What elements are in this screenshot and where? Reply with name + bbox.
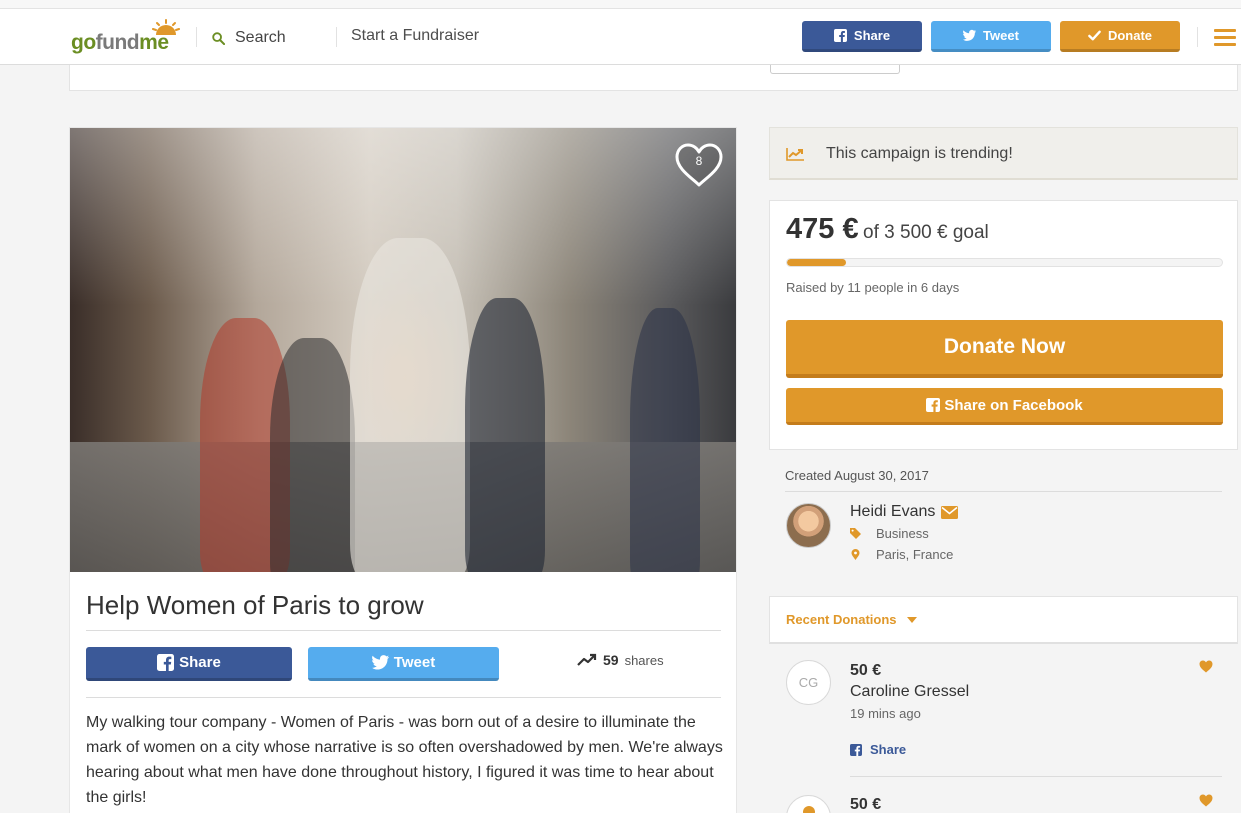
divider xyxy=(86,630,721,631)
header-donate-button[interactable]: Donate xyxy=(1060,21,1180,52)
raised-amount: 475 € xyxy=(786,213,859,245)
divider xyxy=(86,697,721,698)
divider xyxy=(850,776,1222,777)
donation-time: 19 mins ago xyxy=(850,706,921,721)
header-divider xyxy=(196,27,197,47)
twitter-icon xyxy=(371,655,389,670)
donation-amount: 50 € xyxy=(850,662,882,679)
facebook-icon xyxy=(926,398,941,412)
header-divider xyxy=(336,27,337,47)
organizer: Heidi Evans xyxy=(850,503,959,521)
facebook-icon xyxy=(157,654,175,671)
recent-donations-label: Recent Donations xyxy=(786,612,897,627)
gofundme-logo[interactable]: gofundme xyxy=(71,19,180,55)
organizer-avatar[interactable] xyxy=(786,503,831,548)
donor-name: Caroline Gressel xyxy=(850,683,970,700)
campaign-photo: 8 xyxy=(70,128,736,572)
campaign-share-button[interactable]: Share xyxy=(86,647,292,681)
menu-icon[interactable] xyxy=(1214,29,1236,47)
facebook-icon xyxy=(850,743,862,756)
raised-by-text: Raised by 11 people in 6 days xyxy=(786,280,960,295)
donor-avatar: CG xyxy=(786,660,831,705)
facebook-icon xyxy=(833,28,847,42)
logo-wordmark: gofundme xyxy=(71,31,169,54)
goal-text: of 3 500 € goal xyxy=(863,222,989,243)
donation-card: 475 € of 3 500 € goal Raised by 11 peopl… xyxy=(769,200,1238,450)
organizer-location: Paris, France xyxy=(850,547,953,562)
trending-icon xyxy=(577,653,597,666)
envelope-icon[interactable] xyxy=(941,505,959,519)
shares-count: 59 xyxy=(603,652,619,668)
campaign-story: My walking tour company - Women of Paris… xyxy=(86,714,723,806)
top-strip xyxy=(0,0,1241,9)
share-on-facebook-button[interactable]: Share on Facebook xyxy=(786,388,1223,425)
donate-now-button[interactable]: Donate Now xyxy=(786,320,1223,378)
favorite-heart-button[interactable]: 8 xyxy=(674,142,724,188)
header-divider xyxy=(1197,27,1198,47)
header-share-button[interactable]: Share xyxy=(802,21,922,52)
organizer-name[interactable]: Heidi Evans xyxy=(850,503,935,521)
tag-icon xyxy=(850,528,861,539)
created-date: Created August 30, 2017 xyxy=(785,468,929,483)
header-tweet-button[interactable]: Tweet xyxy=(931,21,1051,52)
search-button[interactable]: Search xyxy=(212,26,286,50)
divider xyxy=(785,491,1222,492)
shares-counter: 59 shares xyxy=(577,652,664,668)
trending-text: This campaign is trending! xyxy=(826,145,1013,162)
twitter-icon xyxy=(963,29,977,41)
progress-fill xyxy=(787,259,847,266)
start-fundraiser-link[interactable]: Start a Fundraiser xyxy=(351,27,479,45)
raised-amount-line: 475 € of 3 500 € goal xyxy=(786,213,989,246)
donor-avatar xyxy=(786,795,831,813)
campaign-card: 8 Help Women of Paris to grow Share Twee… xyxy=(69,127,737,813)
donation-amount: 50 € xyxy=(850,796,882,813)
recent-donations-dropdown[interactable]: Recent Donations xyxy=(769,596,1238,644)
campaign-tweet-button[interactable]: Tweet xyxy=(308,647,499,681)
heart-icon[interactable] xyxy=(1199,794,1213,807)
trending-icon xyxy=(786,148,804,161)
search-icon xyxy=(212,31,225,45)
heart-icon[interactable] xyxy=(1199,660,1213,673)
campaign-title: Help Women of Paris to grow xyxy=(86,590,424,620)
progress-bar xyxy=(786,258,1223,267)
caret-down-icon xyxy=(907,617,917,623)
heart-count: 8 xyxy=(695,154,703,168)
shares-label: shares xyxy=(624,652,664,668)
organizer-category: Business xyxy=(850,526,929,541)
donation-share-button[interactable]: Share xyxy=(850,742,906,757)
check-icon xyxy=(1088,30,1101,40)
trending-banner: This campaign is trending! xyxy=(769,127,1238,180)
search-label: Search xyxy=(235,29,286,46)
map-marker-icon xyxy=(851,549,860,560)
site-header: gofundme Search Start a Fundraiser Share… xyxy=(0,9,1241,65)
